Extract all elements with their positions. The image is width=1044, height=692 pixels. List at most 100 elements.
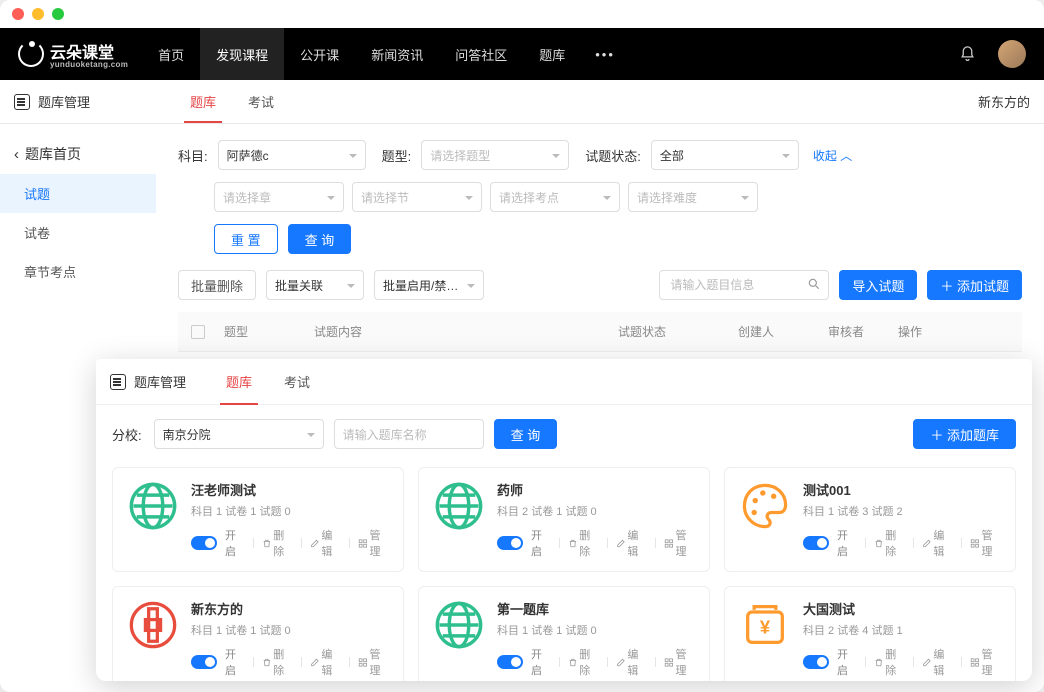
point-select[interactable]: 请选择考点 (490, 182, 620, 212)
card-edit[interactable]: 编辑 (310, 527, 341, 559)
enable-toggle[interactable] (497, 655, 523, 669)
import-button[interactable]: 导入试题 (839, 270, 917, 300)
card-meta: 科目 2 试卷 4 试题 1 (803, 622, 1001, 638)
card-delete[interactable]: 删除 (874, 527, 905, 559)
panel2-tab-qbank[interactable]: 题库 (210, 359, 268, 405)
tab-exam[interactable]: 考试 (232, 80, 290, 123)
card-delete[interactable]: 删除 (568, 527, 599, 559)
enable-toggle[interactable] (803, 655, 829, 669)
card-edit[interactable]: 编辑 (616, 527, 647, 559)
add-qbank-button[interactable]: ＋ 添加题库 (913, 419, 1016, 449)
logo[interactable]: 云朵课堂 yunduoketang.com (18, 39, 128, 69)
avatar[interactable] (998, 40, 1026, 68)
window-titlebar (0, 0, 1044, 28)
separator (913, 538, 914, 548)
th-creator: 创建人 (732, 323, 822, 340)
maximize-window-icon[interactable] (52, 8, 64, 20)
card-body: 测试001 科目 1 试卷 3 试题 2 开启 删除 编辑 管理 (803, 480, 1001, 559)
toolbar-right: 导入试题 ＋ 添加试题 (659, 270, 1022, 300)
nav-home[interactable]: 首页 (142, 28, 200, 80)
qbank-card[interactable]: ¥ 大国测试 科目 2 试卷 4 试题 1 开启 删除 编辑 管理 (724, 586, 1016, 681)
status-select[interactable]: 全部 (651, 140, 799, 170)
collapse-link[interactable]: 收起 ︿ (813, 147, 852, 164)
card-edit[interactable]: 编辑 (310, 646, 341, 678)
sidebar-item-points[interactable]: 章节考点 (0, 252, 156, 291)
select-all-checkbox[interactable] (191, 325, 205, 339)
nav-open-course[interactable]: 公开课 (284, 28, 355, 80)
card-icon (127, 599, 179, 651)
card-title: 新东方的 (191, 599, 389, 618)
reset-button[interactable]: 重 置 (214, 224, 278, 254)
branch-select[interactable]: 南京分院 (154, 419, 324, 449)
enable-toggle[interactable] (497, 536, 523, 550)
card-title: 测试001 (803, 480, 1001, 499)
add-question-button[interactable]: ＋ 添加试题 (927, 270, 1022, 300)
enable-toggle[interactable] (191, 655, 217, 669)
type-select[interactable]: 请选择题型 (421, 140, 569, 170)
card-actions: 开启 删除 编辑 管理 (803, 646, 1001, 678)
batch-delete-button[interactable]: 批量删除 (178, 270, 256, 300)
sidebar-item-questions[interactable]: 试题 (0, 174, 156, 213)
card-manage[interactable]: 管理 (970, 527, 1001, 559)
nav-right (959, 40, 1026, 68)
sidebar-item-papers[interactable]: 试卷 (0, 213, 156, 252)
card-manage[interactable]: 管理 (358, 527, 389, 559)
tab-qbank[interactable]: 题库 (174, 80, 232, 123)
card-edit[interactable]: 编辑 (922, 646, 953, 678)
table-header: 题型 试题内容 试题状态 创建人 审核者 操作 (178, 312, 1022, 352)
search-button[interactable]: 查 询 (288, 224, 352, 254)
card-manage[interactable]: 管理 (358, 646, 389, 678)
qbank-name-input[interactable]: 请输入题库名称 (334, 419, 484, 449)
subheader-title: 题库管理 (38, 92, 90, 111)
sidebar-back[interactable]: ‹ 题库首页 (0, 134, 156, 174)
type-label: 题型: (382, 146, 412, 165)
enable-toggle[interactable] (803, 536, 829, 550)
subject-label: 科目: (178, 146, 208, 165)
search-input[interactable] (659, 270, 829, 300)
subject-select[interactable]: 阿萨德c (218, 140, 366, 170)
search-icon (807, 277, 821, 291)
panel2-tabs: 题库 考试 (210, 359, 326, 405)
batch-toggle-select[interactable]: 批量启用/禁… (374, 270, 484, 300)
nav-qbank[interactable]: 题库 (523, 28, 581, 80)
batch-link-select[interactable]: 批量关联 (266, 270, 364, 300)
bell-icon[interactable] (959, 45, 976, 63)
subheader-right: 新东方的 (978, 92, 1030, 111)
close-window-icon[interactable] (12, 8, 24, 20)
qbank-card[interactable]: 新东方的 科目 1 试卷 1 试题 0 开启 删除 编辑 管理 (112, 586, 404, 681)
section-select[interactable]: 请选择节 (352, 182, 482, 212)
card-delete[interactable]: 删除 (568, 646, 599, 678)
panel2-filter: 分校: 南京分院 请输入题库名称 查 询 ＋ 添加题库 (112, 419, 1016, 449)
panel2-tab-exam[interactable]: 考试 (268, 359, 326, 405)
qbank-card[interactable]: 药师 科目 2 试卷 1 试题 0 开启 删除 编辑 管理 (418, 467, 710, 572)
enable-toggle[interactable] (191, 536, 217, 550)
qbank-card[interactable]: 第一题库 科目 1 试卷 1 试题 0 开启 删除 编辑 管理 (418, 586, 710, 681)
difficulty-select[interactable]: 请选择难度 (628, 182, 758, 212)
th-reviewer: 审核者 (822, 323, 892, 340)
card-manage[interactable]: 管理 (664, 527, 695, 559)
card-body: 汪老师测试 科目 1 试卷 1 试题 0 开启 删除 编辑 管理 (191, 480, 389, 559)
card-delete[interactable]: 删除 (262, 527, 293, 559)
qbank-card[interactable]: 测试001 科目 1 试卷 3 试题 2 开启 删除 编辑 管理 (724, 467, 1016, 572)
toggle-label: 开启 (837, 646, 857, 678)
filter-row-1: 科目: 阿萨德c 题型: 请选择题型 试题状态: 全部 收起 ︿ (178, 140, 1022, 170)
card-delete[interactable]: 删除 (874, 646, 905, 678)
separator (961, 657, 962, 667)
chapter-select[interactable]: 请选择章 (214, 182, 344, 212)
nav-more-icon[interactable]: ••• (581, 47, 629, 62)
separator (655, 538, 656, 548)
card-manage[interactable]: 管理 (664, 646, 695, 678)
minimize-window-icon[interactable] (32, 8, 44, 20)
nav-discover[interactable]: 发现课程 (200, 28, 284, 80)
th-content: 试题内容 (308, 323, 612, 340)
nav-community[interactable]: 问答社区 (439, 28, 523, 80)
nav-news[interactable]: 新闻资讯 (355, 28, 439, 80)
card-delete[interactable]: 删除 (262, 646, 293, 678)
card-edit[interactable]: 编辑 (616, 646, 647, 678)
card-edit[interactable]: 编辑 (922, 527, 953, 559)
status-label: 试题状态: (585, 146, 641, 165)
sidebar-back-label: 题库首页 (25, 144, 81, 164)
panel2-search-button[interactable]: 查 询 (494, 419, 558, 449)
qbank-card[interactable]: 汪老师测试 科目 1 试卷 1 试题 0 开启 删除 编辑 管理 (112, 467, 404, 572)
card-manage[interactable]: 管理 (970, 646, 1001, 678)
